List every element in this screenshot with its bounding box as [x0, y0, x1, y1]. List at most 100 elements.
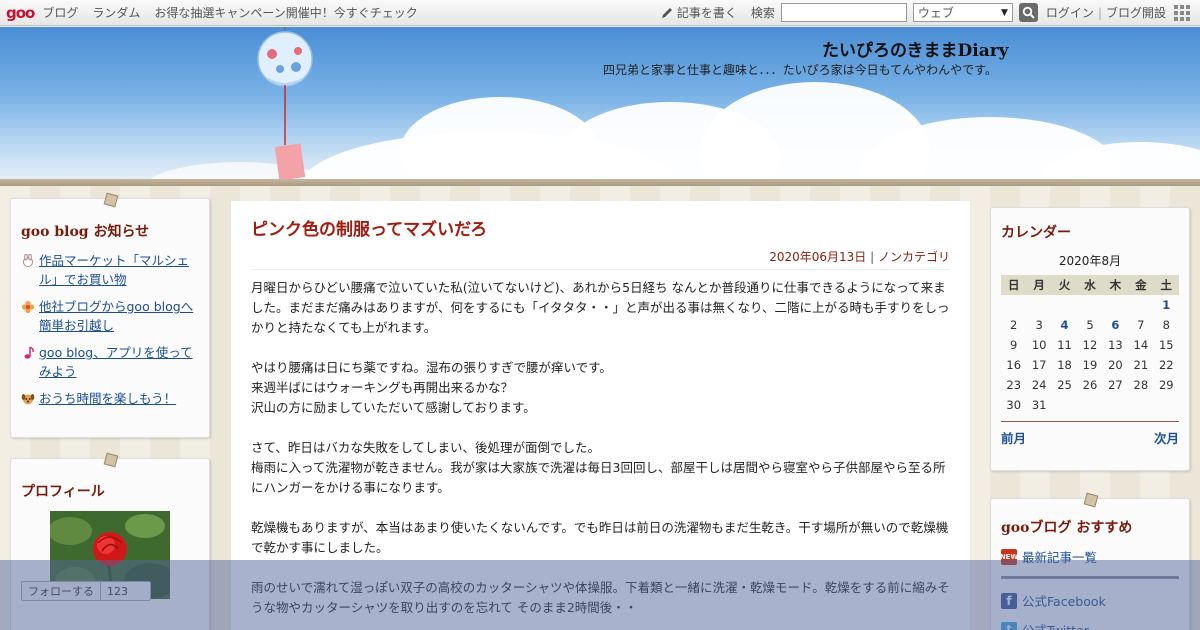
- flower-icon: [21, 300, 35, 314]
- calendar-day: [1128, 295, 1153, 315]
- header-border: [0, 179, 1200, 186]
- calendar-day: 19: [1082, 358, 1098, 372]
- post-date-link[interactable]: 2020年06月13日: [769, 250, 866, 264]
- notice-title: goo blog お知らせ: [21, 224, 150, 240]
- search-input[interactable]: [780, 3, 907, 22]
- post-paragraph: さて、昨日はバカな失敗をしてしまい、後処理が面倒でした。 梅雨に入って洗濯物が乾…: [251, 440, 946, 495]
- calendar-card: カレンダー 2020年8月 日月火水木金土 1 2 3 4 5 6 7 8 9 10 11 12 13 1…: [990, 207, 1190, 471]
- calendar-day: 29: [1158, 378, 1174, 392]
- calendar-day: 14: [1133, 338, 1149, 352]
- rabbit-icon: [23, 254, 33, 267]
- calendar-title: カレンダー: [1001, 225, 1071, 241]
- calendar-day: 5: [1086, 318, 1094, 332]
- calendar-week: 9 10 11 12 13 14 15: [1001, 335, 1179, 355]
- calendar-day: 22: [1158, 358, 1174, 372]
- dog-icon: [21, 394, 35, 405]
- search-scope-select[interactable]: ウェブ ▼: [912, 3, 1013, 22]
- calendar-day-link[interactable]: 4: [1061, 318, 1069, 332]
- notice-item[interactable]: おうち時間を楽しもう！: [21, 389, 199, 408]
- calendar-day: 4: [1052, 315, 1077, 335]
- calendar-day: [1154, 395, 1179, 415]
- pin-icon: [103, 452, 119, 468]
- calendar-week: 23 24 25 26 27 28 29: [1001, 375, 1179, 395]
- login-link[interactable]: ログイン: [1046, 4, 1094, 21]
- calendar-week: 2 3 4 5 6 7 8: [1001, 315, 1179, 335]
- search-scope-value: ウェブ: [917, 6, 954, 20]
- calendar-day: 27: [1108, 378, 1123, 392]
- calendar-day: 12: [1082, 338, 1098, 352]
- write-post-link[interactable]: 記事を書く: [677, 4, 737, 21]
- calendar-week: 30 31: [1001, 395, 1179, 415]
- notice-card: goo blog お知らせ 作品マーケット「マルシェル」でお買い物 他社ブログか…: [10, 192, 210, 438]
- notice-item[interactable]: 作品マーケット「マルシェル」でお買い物: [21, 251, 199, 289]
- calendar-day: [1077, 295, 1102, 315]
- blog-title[interactable]: たいぴろのきままDiary: [822, 36, 1009, 61]
- weekday-header: 日: [1001, 275, 1027, 295]
- calendar-day: 16: [1006, 358, 1022, 372]
- calendar-day: 23: [1006, 378, 1022, 392]
- post-paragraph: 月曜日からひどい腰痛で泣いていた私(泣いてないけど)、あれから5日経ち なんとか…: [251, 280, 950, 335]
- calendar-day: 13: [1108, 338, 1123, 352]
- goo-logo[interactable]: goo: [6, 4, 35, 22]
- weekday-header: 月: [1026, 275, 1052, 295]
- post-meta: 2020年06月13日 | ノンカテゴリ: [251, 248, 950, 270]
- post-title[interactable]: ピンク色の制服ってマズいだろ: [251, 215, 950, 240]
- calendar-day: 31: [1031, 398, 1047, 412]
- blog-description: 四兄弟と家事と仕事と趣味と．．．たいぴろ家は今日もてんやわんやです。: [603, 63, 997, 77]
- notice-item[interactable]: goo blog、アプリを使ってみよう: [21, 343, 199, 381]
- meta-separator: |: [870, 250, 875, 264]
- calendar-day: [1026, 295, 1051, 315]
- calendar-day: 24: [1031, 378, 1047, 392]
- calendar-day: 6: [1103, 315, 1128, 335]
- calendar-day: [1103, 395, 1128, 415]
- post-category-link[interactable]: ノンカテゴリ: [878, 250, 950, 264]
- topbar-link-campaign[interactable]: お得な抽選キャンペーン開催中！今すぐチェック: [154, 4, 417, 21]
- calendar-day: 1: [1154, 295, 1179, 315]
- calendar-day-link[interactable]: 6: [1111, 318, 1119, 332]
- weekday-header: 火: [1051, 275, 1078, 295]
- calendar-week: 1: [1001, 295, 1179, 315]
- bottom-overlay: [0, 560, 1200, 630]
- calendar-nav: 前月 次月: [1001, 421, 1179, 447]
- chevron-down-icon: ▼: [1001, 7, 1008, 18]
- blog-header: たいぴろのきままDiary 四兄弟と家事と仕事と趣味と．．．たいぴろ家は今日もて…: [0, 27, 1200, 180]
- calendar-day: [1103, 295, 1128, 315]
- pin-icon: [1083, 492, 1099, 508]
- calendar-day: [1001, 295, 1026, 315]
- calendar-day: [1052, 395, 1077, 415]
- calendar-day: 20: [1108, 358, 1123, 372]
- notice-link[interactable]: おうち時間を楽しもう！: [39, 389, 176, 408]
- calendar-day: 21: [1133, 358, 1149, 372]
- notice-link[interactable]: 作品マーケット「マルシェル」でお買い物: [39, 251, 199, 289]
- calendar-day: 25: [1057, 378, 1072, 392]
- calendar-day: 18: [1057, 358, 1072, 372]
- post-paragraph: やはり腰痛は日にち薬ですね。湿布の張りすぎで腰が痒いです。 来週半ばにはウォーキ…: [251, 360, 612, 415]
- topbar-link-random[interactable]: ランダム: [92, 4, 140, 21]
- notice-item[interactable]: 他社ブログからgoo blogへ簡単お引越し: [21, 297, 199, 335]
- music-note-icon: [24, 346, 34, 359]
- calendar-day: 15: [1158, 338, 1174, 352]
- calendar-day: 10: [1031, 338, 1047, 352]
- notice-link[interactable]: 他社ブログからgoo blogへ簡単お引越し: [39, 297, 199, 335]
- weekday-header: 金: [1128, 275, 1154, 295]
- post-paragraph: 乾燥機もありますが、本当はあまり使いたくないんです。でも昨日は前日の洗濯物もまだ…: [251, 520, 949, 555]
- topbar-link-blog[interactable]: ブログ: [42, 4, 78, 21]
- search-button[interactable]: [1018, 3, 1038, 22]
- next-month-link[interactable]: 次月: [1154, 428, 1179, 447]
- search-label: 検索: [750, 6, 775, 20]
- open-blog-link[interactable]: ブログ開設: [1106, 4, 1166, 21]
- calendar-day: 9: [1010, 338, 1018, 352]
- separator: |: [1097, 5, 1102, 20]
- prev-month-link[interactable]: 前月: [1001, 428, 1026, 447]
- calendar-day-link[interactable]: 1: [1162, 298, 1170, 312]
- top-toolbar: goo ブログ ランダム お得な抽選キャンペーン開催中！今すぐチェック 記事を書…: [0, 0, 1200, 26]
- weekday-header: 土: [1153, 275, 1179, 295]
- notice-link[interactable]: goo blog、アプリを使ってみよう: [39, 343, 199, 381]
- calendar-day: [1077, 395, 1102, 415]
- calendar-day: [1128, 395, 1153, 415]
- calendar-day: [1052, 295, 1077, 315]
- calendar-day: 30: [1006, 398, 1022, 412]
- apps-grid-icon[interactable]: [1174, 4, 1190, 21]
- recommend-title: gooブログ おすすめ: [1001, 520, 1133, 536]
- weekday-header: 木: [1102, 275, 1129, 295]
